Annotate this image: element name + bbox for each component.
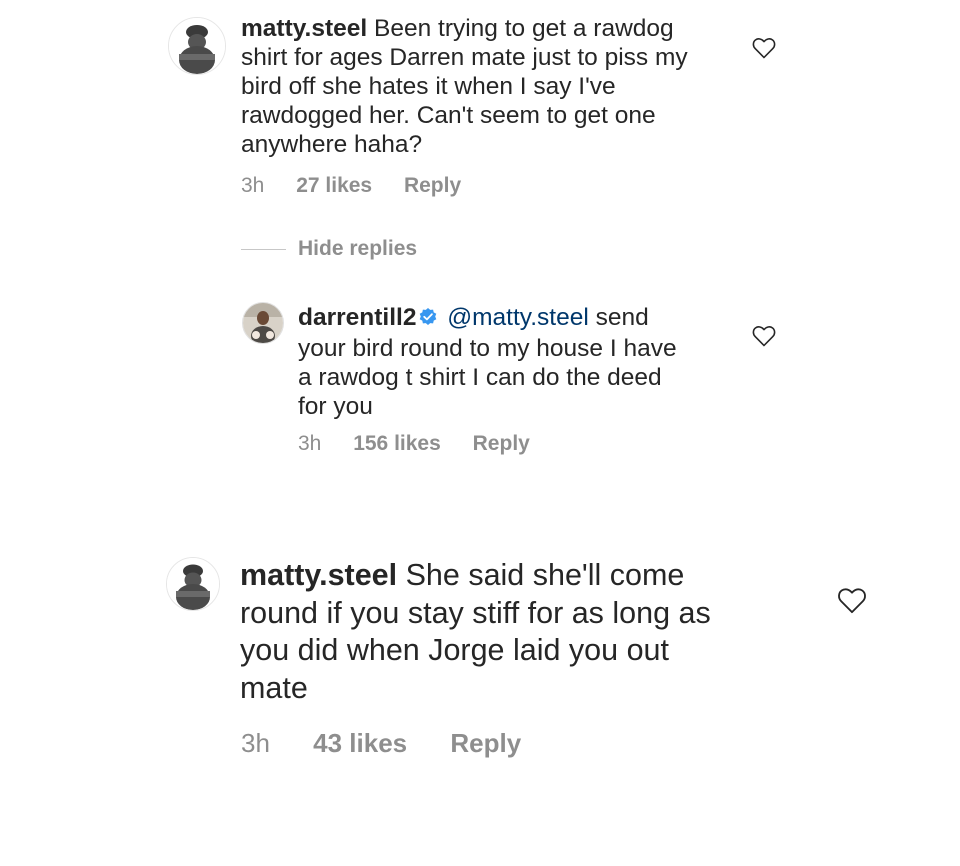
reply-button[interactable]: Reply xyxy=(450,728,521,758)
reply-button[interactable]: Reply xyxy=(404,174,461,197)
comment-body-line: anywhere haha? xyxy=(241,131,423,158)
comment-body-line: a rawdog t shirt I can do the deed xyxy=(298,364,662,391)
verified-badge-icon xyxy=(418,305,438,334)
comment-username[interactable]: matty.steel xyxy=(240,558,397,592)
comment-username[interactable]: matty.steel xyxy=(241,15,367,42)
comment-meta: 3h 43 likes Reply xyxy=(241,728,547,759)
heart-outline-icon[interactable] xyxy=(752,325,776,352)
likes-count[interactable]: 27 likes xyxy=(296,174,372,197)
comment-body-line: She said she'll come xyxy=(405,558,685,592)
comment-text: matty.steel Been trying to get a rawdog … xyxy=(241,14,741,159)
comment-meta: 3h 27 likes Reply xyxy=(241,174,487,198)
comment-body-line: mate xyxy=(240,670,308,705)
comment-body-line: for you xyxy=(298,393,373,420)
comment-text: darrentill2 @matty.steel send your bird … xyxy=(298,303,728,421)
heart-outline-icon[interactable] xyxy=(752,37,776,64)
hide-replies-button[interactable]: Hide replies xyxy=(241,237,417,261)
avatar[interactable] xyxy=(168,17,226,75)
comment-body-line: Been trying to get a rawdog xyxy=(374,15,674,42)
comment-timestamp: 3h xyxy=(241,728,270,758)
comment-body-line: rawdogged her. Can't seem to get one xyxy=(241,102,656,129)
comment-body-line: you did when Jorge laid you out xyxy=(240,633,669,667)
comment-body-line: send xyxy=(595,304,649,331)
avatar-image xyxy=(169,18,225,74)
comment-timestamp: 3h xyxy=(298,432,322,455)
comment-timestamp: 3h xyxy=(241,174,265,197)
avatar[interactable] xyxy=(242,302,284,344)
comment-meta: 3h 156 likes Reply xyxy=(298,432,556,456)
avatar[interactable] xyxy=(166,557,220,611)
avatar-image xyxy=(167,558,219,610)
likes-count[interactable]: 43 likes xyxy=(313,728,407,758)
divider xyxy=(241,248,286,250)
likes-count[interactable]: 156 likes xyxy=(353,432,441,455)
avatar-image xyxy=(243,303,283,343)
hide-replies-label: Hide replies xyxy=(298,237,418,260)
comment-body-line: bird off she hates it when I say I've xyxy=(241,73,616,100)
mention-link[interactable]: @matty.steel xyxy=(447,304,589,331)
comment-body-line: your bird round to my house I have xyxy=(298,335,677,362)
comment-body-line: shirt for ages Darren mate just to piss … xyxy=(241,44,688,71)
heart-outline-icon[interactable] xyxy=(837,587,867,619)
comment-username[interactable]: darrentill2 xyxy=(298,304,416,331)
reply-button[interactable]: Reply xyxy=(473,432,530,455)
comment-text: matty.steel She said she'll come round i… xyxy=(240,557,810,707)
comment-body-line: round if you stay stiff for as long as xyxy=(240,595,711,630)
